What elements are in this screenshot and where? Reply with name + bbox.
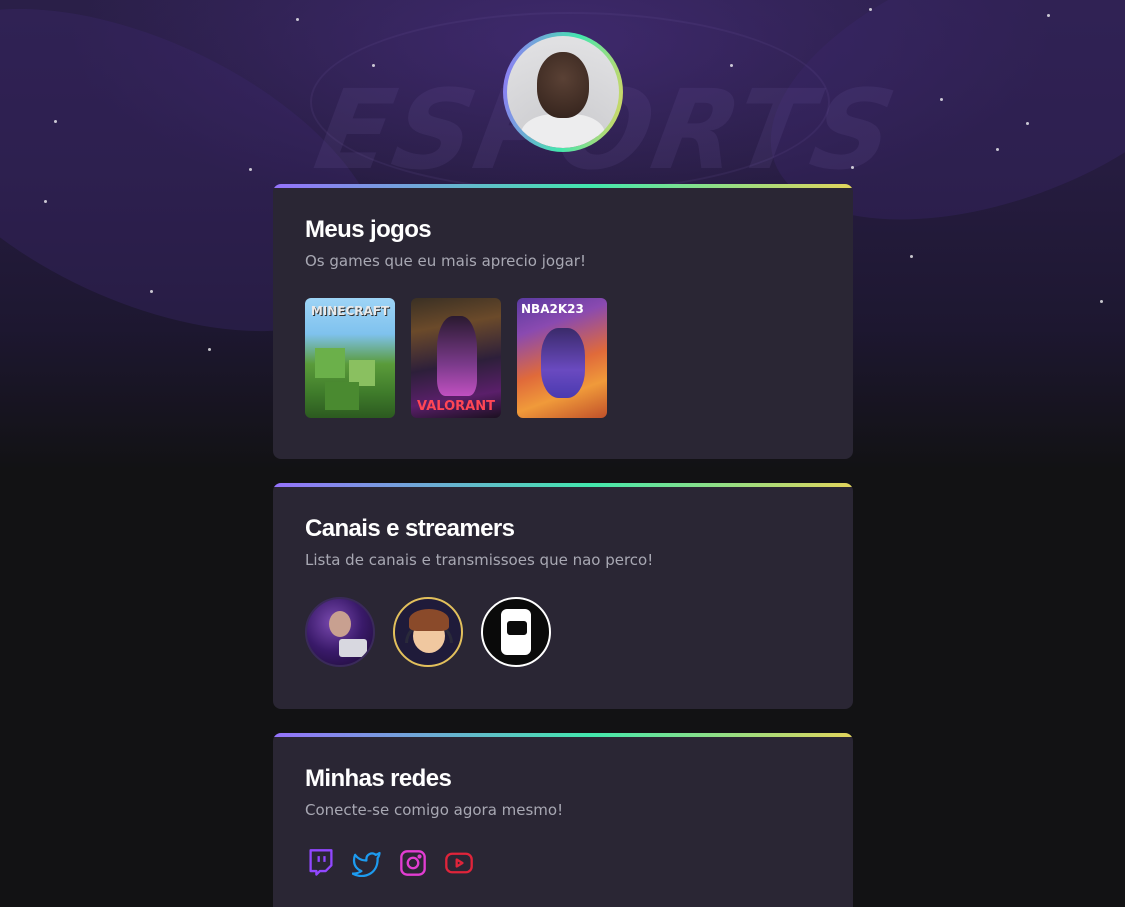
games-card-title: Meus jogos <box>305 216 432 243</box>
games-list: MINECRAFT VALORANT NBA2K23 <box>305 298 821 418</box>
game-title: VALORANT <box>417 399 495 414</box>
streamer-avatar[interactable] <box>305 597 375 667</box>
background-star <box>1047 14 1050 17</box>
social-card-title: Minhas redes <box>305 765 452 792</box>
game-title: MINECRAFT <box>310 304 390 318</box>
social-links <box>305 847 821 879</box>
background-star <box>54 120 57 123</box>
channels-list <box>305 597 821 667</box>
game-cover-nba2k23[interactable]: NBA2K23 <box>517 298 607 418</box>
games-card-subtitle: Os games que eu mais aprecio jogar! <box>305 252 586 270</box>
background-star <box>910 255 913 258</box>
youtube-icon[interactable] <box>443 847 475 879</box>
background-star <box>44 200 47 203</box>
channels-card-title: Canais e streamers <box>305 515 515 542</box>
instagram-icon[interactable] <box>397 847 429 879</box>
background-star <box>851 166 854 169</box>
background-star <box>296 18 299 21</box>
channel-logo[interactable] <box>481 597 551 667</box>
background-star <box>1026 122 1029 125</box>
game-cover-valorant[interactable]: VALORANT <box>411 298 501 418</box>
background-star <box>996 148 999 151</box>
background-star <box>940 98 943 101</box>
background-star <box>249 168 252 171</box>
channels-card-subtitle: Lista de canais e transmissoes que nao p… <box>305 551 654 569</box>
game-cover-minecraft[interactable]: MINECRAFT <box>305 298 395 418</box>
background-star <box>1100 300 1103 303</box>
background-star <box>208 348 211 351</box>
game-title: NBA2K23 <box>521 302 584 316</box>
background-star <box>150 290 153 293</box>
background-star <box>730 64 733 67</box>
social-card: Minhas redes Conecte-se comigo agora mes… <box>273 733 853 907</box>
streamer-avatar[interactable] <box>393 597 463 667</box>
games-card: Meus jogos Os games que eu mais aprecio … <box>273 184 853 459</box>
channels-card: Canais e streamers Lista de canais e tra… <box>273 483 853 709</box>
profile-avatar <box>507 36 619 148</box>
twitch-icon[interactable] <box>305 847 337 879</box>
background-star <box>869 8 872 11</box>
profile-avatar-frame <box>503 32 623 152</box>
social-card-subtitle: Conecte-se comigo agora mesmo! <box>305 801 564 819</box>
background-star <box>372 64 375 67</box>
twitter-icon[interactable] <box>351 847 383 879</box>
